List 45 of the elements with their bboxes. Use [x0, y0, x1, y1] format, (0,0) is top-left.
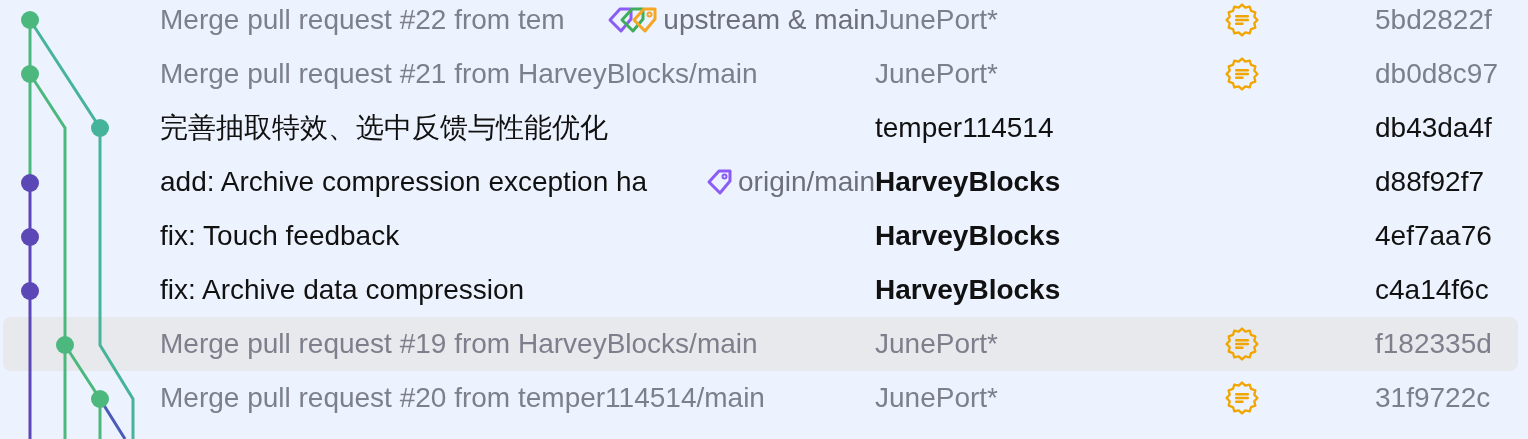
commit-hash: c4a14f6c: [1374, 274, 1490, 306]
commit-message: add: Archive compression exception ha: [160, 166, 648, 198]
commit-author: HarveyBlocks: [875, 166, 1062, 198]
commit-row[interactable]: Merge pull request #21 from HarveyBlocks/main JunePort* db0d8c97: [3, 47, 1518, 101]
commit-hash: db0d8c97: [1374, 58, 1499, 90]
verified-badge-icon: [1225, 3, 1259, 37]
commit-author: JunePort*: [875, 4, 999, 36]
commit-message: fix: Archive data compression: [160, 274, 525, 306]
commit-author: JunePort*: [875, 328, 999, 360]
verified-badge-icon: [1225, 381, 1259, 415]
commit-node: [21, 282, 39, 300]
commit-message: 完善抽取特效、选中反馈与性能优化: [160, 111, 608, 145]
commit-row[interactable]: fix: Archive data compression HarveyBlocks c4a14f6c: [3, 263, 1518, 317]
commit-node: [21, 228, 39, 246]
commit-author: HarveyBlocks: [875, 274, 1062, 306]
commit-message: Merge pull request #21 from HarveyBlocks/main: [160, 58, 758, 90]
commit-message: Merge pull request #19 from HarveyBlocks/main: [160, 328, 758, 360]
commit-row[interactable]: Merge pull request #22 from tem upstream & mainJunePort* 5bd2822f: [3, 0, 1518, 47]
commit-row[interactable]: add: Archive compression exception ha origin/mainHarveyBlocks d88f92f7: [3, 155, 1518, 209]
commit-author: JunePort*: [875, 382, 999, 414]
commit-author: temper114514: [875, 112, 1055, 144]
commit-hash: f182335d: [1374, 328, 1493, 360]
verified-badge-icon: [1225, 327, 1259, 361]
commit-author: HarveyBlocks: [875, 220, 1062, 252]
commit-node: [21, 11, 39, 29]
commit-message: Merge pull request #20 from temper114514/main: [160, 382, 765, 414]
commit-hash: d88f92f7: [1374, 166, 1485, 198]
verified-badge-icon: [1225, 57, 1259, 91]
commit-message: fix: Touch feedback: [160, 220, 400, 252]
commit-hash: 5bd2822f: [1374, 4, 1493, 36]
commit-node: [91, 390, 109, 408]
commit-hash: 31f9722c: [1374, 382, 1492, 414]
commit-hash: db43da4f: [1374, 112, 1493, 144]
commit-node: [56, 336, 74, 354]
commit-node: [91, 119, 109, 137]
commit-author: JunePort*: [875, 58, 999, 90]
commit-hash: 4ef7aa76: [1374, 220, 1493, 252]
commit-row[interactable]: Merge pull request #20 from temper114514/main JunePort* 31f9722c: [3, 371, 1518, 425]
commit-message: Merge pull request #22 from tem: [160, 4, 565, 36]
commit-row[interactable]: fix: Touch feedback HarveyBlocks 4ef7aa76: [3, 209, 1518, 263]
commit-node: [21, 174, 39, 192]
commit-row[interactable]: 完善抽取特效、选中反馈与性能优化 temper114514 db43da4f: [3, 101, 1518, 155]
commit-node: [21, 65, 39, 83]
branch-tag: origin/main: [738, 166, 875, 198]
branch-tag: upstream & main: [663, 4, 875, 36]
